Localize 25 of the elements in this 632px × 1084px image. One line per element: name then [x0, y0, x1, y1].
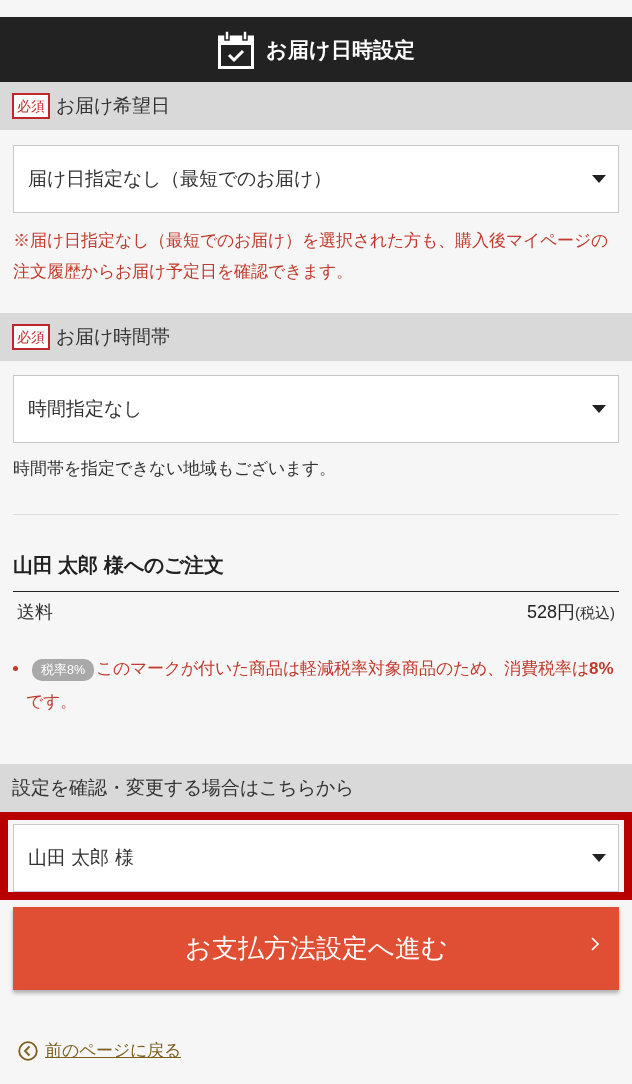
- chevron-right-icon: [591, 936, 599, 951]
- circle-chevron-left-icon: [18, 1040, 38, 1061]
- caret-icon: [592, 405, 606, 413]
- time-note: 時間帯を指定できない地域もございます。: [13, 458, 337, 480]
- section-label: お届け希望日: [56, 93, 170, 118]
- caret-icon: [592, 175, 606, 183]
- calendar-check-icon: [217, 30, 254, 69]
- order-title: 山田 太郎 様へのご注文: [13, 553, 225, 578]
- back-link[interactable]: 前のページに戻る: [18, 1038, 181, 1064]
- recipient-select[interactable]: 山田 太郎 様: [13, 824, 619, 892]
- required-badge: 必須: [12, 93, 50, 119]
- section-label: 設定を確認・変更する場合はこちらから: [12, 775, 354, 800]
- caret-icon: [592, 854, 606, 862]
- section-label: お届け時間帯: [56, 324, 170, 349]
- page-title: お届け日時設定: [265, 35, 415, 64]
- tax-note: (税込): [575, 602, 615, 623]
- shipping-label: 送料: [17, 600, 53, 624]
- bullet-icon: [13, 666, 18, 671]
- shipping-amount: 528円: [526, 600, 575, 624]
- date-note: ※届け日指定なし（最短でのお届け）を選択された方も、購入後マイページの注文履歴からお届け予定日を確認できます。: [13, 230, 609, 283]
- tax-note-text: 税率8% このマークが付いた商品は軽減税率対象商品のため、消費税率は8%です。: [26, 657, 615, 713]
- date-select[interactable]: 届け日指定なし（最短でのお届け）: [13, 145, 619, 213]
- time-select[interactable]: 時間指定なし: [13, 375, 619, 443]
- next-button[interactable]: お支払方法設定へ進む: [13, 907, 619, 990]
- required-badge: 必須: [12, 324, 50, 350]
